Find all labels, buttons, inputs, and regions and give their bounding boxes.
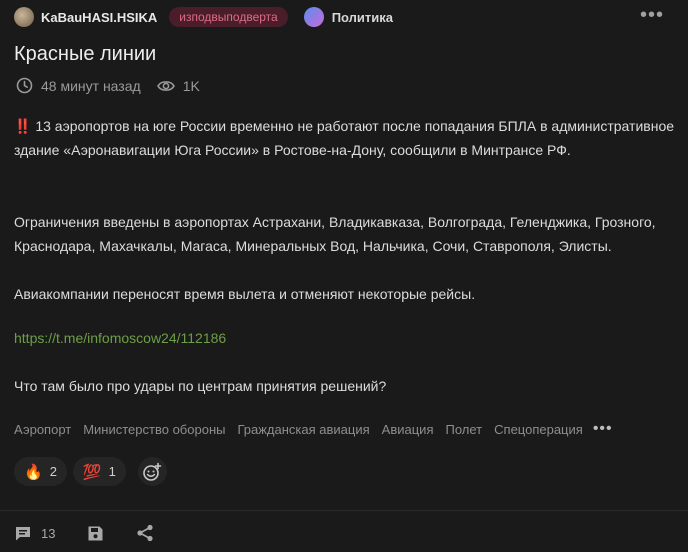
tag[interactable]: Министерство обороны — [83, 422, 225, 437]
post-header: KaBauHASI.HSIKA изподвыподверта Политика… — [14, 4, 674, 28]
smiley-add-icon — [143, 462, 162, 481]
tag[interactable]: Гражданская авиация — [237, 422, 369, 437]
tag[interactable]: Спецоперация — [494, 422, 583, 437]
post-footer: 13 — [14, 524, 154, 542]
community-icon[interactable] — [303, 7, 324, 27]
tag-list: Аэропорт Министерство обороны Гражданска… — [14, 420, 625, 438]
share-icon[interactable] — [136, 524, 154, 542]
reaction-fire[interactable]: 🔥 2 — [14, 457, 67, 486]
hundred-icon: 💯 — [82, 463, 102, 481]
post-paragraph: Авиакомпании переносят время вылета и от… — [14, 286, 476, 302]
reaction-count: 1 — [108, 464, 116, 479]
divider — [0, 510, 688, 511]
post-link[interactable]: https://t.me/infomoscow24/112186 — [14, 330, 226, 346]
post-title: Красные линии — [14, 43, 157, 65]
post-meta: 48 минут назад 1K — [16, 77, 200, 94]
reactions-bar: 🔥 2 💯 1 — [14, 457, 173, 486]
more-tags-icon[interactable]: ••• — [593, 420, 613, 438]
post-paragraph: ‼️ 13 аэропортов на юге России временно … — [14, 118, 675, 158]
reaction-count: 2 — [49, 464, 57, 479]
author-name[interactable]: KaBauHASI.HSIKA — [41, 10, 157, 25]
tag[interactable]: Полет — [446, 422, 483, 437]
author-badge: изподвыподверта — [169, 7, 288, 27]
fire-icon: 🔥 — [24, 463, 43, 481]
author-avatar[interactable] — [14, 7, 34, 27]
community-name[interactable]: Политика — [332, 10, 393, 25]
post-time: 48 минут назад — [41, 77, 141, 94]
post-views: 1K — [182, 77, 200, 94]
comment-count[interactable]: 13 — [41, 526, 55, 541]
post-paragraph: Что там было про удары по центрам принят… — [14, 378, 387, 394]
tag[interactable]: Аэропорт — [14, 422, 71, 437]
tag[interactable]: Авиация — [382, 422, 434, 437]
add-reaction-button[interactable] — [137, 457, 167, 486]
clock-icon — [16, 77, 33, 94]
eye-icon — [156, 80, 175, 91]
post-paragraph: Ограничения введены в аэропортах Астраха… — [14, 214, 656, 254]
reaction-hundred[interactable]: 💯 1 — [72, 457, 126, 486]
save-icon[interactable] — [87, 525, 104, 542]
more-dots-icon[interactable]: ••• — [640, 4, 664, 27]
comment-icon[interactable] — [14, 525, 32, 542]
